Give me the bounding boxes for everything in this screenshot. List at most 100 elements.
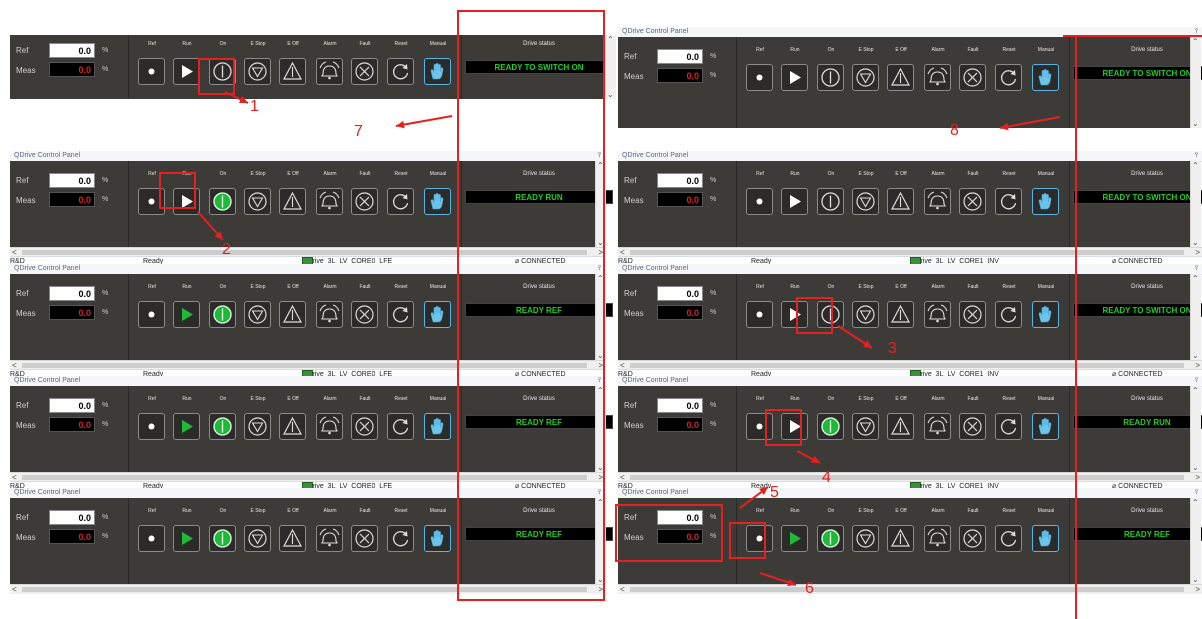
fault-button[interactable] — [959, 64, 986, 91]
ref-value-field[interactable]: 0.0 — [49, 398, 95, 413]
scroll-down-icon[interactable]: ⌄ — [1192, 575, 1199, 584]
estop-button[interactable] — [852, 413, 879, 440]
scroll-up-icon[interactable]: ⌃ — [1192, 274, 1199, 283]
reset-button[interactable] — [995, 64, 1022, 91]
manual-button[interactable] — [424, 525, 451, 552]
manual-button[interactable] — [424, 58, 451, 85]
reset-button[interactable] — [387, 188, 414, 215]
estop-button[interactable] — [852, 525, 879, 552]
scroll-down-icon[interactable]: ⌄ — [607, 90, 614, 99]
on-button[interactable] — [817, 188, 844, 215]
alarm-button[interactable] — [924, 64, 951, 91]
eoff-button[interactable] — [279, 301, 306, 328]
reset-button[interactable] — [995, 188, 1022, 215]
fault-button[interactable] — [351, 301, 378, 328]
estop-button[interactable] — [244, 58, 271, 85]
ref-button[interactable] — [746, 64, 773, 91]
alarm-button[interactable] — [924, 188, 951, 215]
manual-button[interactable] — [424, 301, 451, 328]
fault-button[interactable] — [959, 413, 986, 440]
vertical-scrollbar[interactable]: ⌃ ⌄ — [1190, 274, 1201, 360]
alarm-button[interactable] — [316, 525, 343, 552]
on-button[interactable] — [209, 188, 236, 215]
run-button[interactable] — [173, 301, 200, 328]
manual-button[interactable] — [424, 413, 451, 440]
eoff-button[interactable] — [279, 525, 306, 552]
ref-value-field[interactable]: 0.0 — [657, 398, 703, 413]
scroll-down-icon[interactable]: ⌄ — [1192, 119, 1199, 128]
manual-button[interactable] — [1032, 525, 1059, 552]
scroll-up-icon[interactable]: ⌃ — [1192, 498, 1199, 507]
run-button[interactable] — [781, 525, 808, 552]
fault-button[interactable] — [351, 188, 378, 215]
scroll-down-icon[interactable]: ⌄ — [1192, 238, 1199, 247]
scroll-up-icon[interactable]: ⌃ — [1192, 386, 1199, 395]
manual-button[interactable] — [424, 188, 451, 215]
fault-button[interactable] — [351, 525, 378, 552]
scroll-thumb[interactable] — [630, 587, 1184, 592]
reset-button[interactable] — [995, 301, 1022, 328]
eoff-button[interactable] — [887, 413, 914, 440]
pin-icon[interactable]: ⫯ — [1195, 376, 1198, 386]
estop-button[interactable] — [852, 64, 879, 91]
ref-value-field[interactable]: 0.0 — [49, 173, 95, 188]
reset-button[interactable] — [387, 413, 414, 440]
alarm-button[interactable] — [924, 301, 951, 328]
estop-button[interactable] — [244, 525, 271, 552]
scroll-down-icon[interactable]: ⌄ — [1192, 463, 1199, 472]
ref-button[interactable] — [138, 58, 165, 85]
reset-button[interactable] — [387, 525, 414, 552]
ref-button[interactable] — [746, 188, 773, 215]
ref-value-field[interactable]: 0.0 — [657, 173, 703, 188]
scroll-left-icon[interactable]: < — [620, 585, 625, 594]
manual-button[interactable] — [1032, 188, 1059, 215]
alarm-button[interactable] — [316, 413, 343, 440]
ref-value-field[interactable]: 0.0 — [49, 43, 95, 58]
estop-button[interactable] — [852, 188, 879, 215]
reset-button[interactable] — [387, 301, 414, 328]
reset-button[interactable] — [995, 525, 1022, 552]
run-button[interactable] — [173, 58, 200, 85]
alarm-button[interactable] — [316, 188, 343, 215]
ref-button[interactable] — [138, 525, 165, 552]
pin-icon[interactable]: ⫯ — [1195, 264, 1198, 274]
eoff-button[interactable] — [887, 301, 914, 328]
manual-button[interactable] — [1032, 413, 1059, 440]
vertical-scrollbar[interactable]: ⌃ ⌄ — [605, 35, 616, 99]
estop-button[interactable] — [244, 413, 271, 440]
eoff-button[interactable] — [279, 413, 306, 440]
alarm-button[interactable] — [316, 58, 343, 85]
on-button[interactable] — [817, 64, 844, 91]
ref-value-field[interactable]: 0.0 — [657, 286, 703, 301]
run-button[interactable] — [781, 64, 808, 91]
eoff-button[interactable] — [887, 64, 914, 91]
manual-button[interactable] — [1032, 301, 1059, 328]
ref-button[interactable] — [746, 301, 773, 328]
fault-button[interactable] — [959, 525, 986, 552]
ref-value-field[interactable]: 0.0 — [49, 510, 95, 525]
manual-button[interactable] — [1032, 64, 1059, 91]
vertical-scrollbar[interactable]: ⌃ ⌄ — [1190, 386, 1201, 472]
estop-button[interactable] — [852, 301, 879, 328]
ref-button[interactable] — [138, 413, 165, 440]
on-button[interactable] — [817, 525, 844, 552]
fault-button[interactable] — [959, 301, 986, 328]
scroll-up-icon[interactable]: ⌃ — [1192, 37, 1199, 46]
vertical-scrollbar[interactable]: ⌃ ⌄ — [1190, 498, 1201, 584]
run-button[interactable] — [173, 413, 200, 440]
eoff-button[interactable] — [887, 188, 914, 215]
eoff-button[interactable] — [887, 525, 914, 552]
estop-button[interactable] — [244, 188, 271, 215]
scroll-thumb[interactable] — [630, 475, 1184, 480]
alarm-button[interactable] — [924, 413, 951, 440]
run-button[interactable] — [173, 525, 200, 552]
vertical-scrollbar[interactable]: ⌃ ⌄ — [1190, 37, 1201, 128]
alarm-button[interactable] — [924, 525, 951, 552]
ref-value-field[interactable]: 0.0 — [657, 49, 703, 64]
reset-button[interactable] — [387, 58, 414, 85]
scroll-up-icon[interactable]: ⌃ — [607, 35, 614, 44]
ref-value-field[interactable]: 0.0 — [49, 286, 95, 301]
fault-button[interactable] — [351, 413, 378, 440]
eoff-button[interactable] — [279, 58, 306, 85]
eoff-button[interactable] — [279, 188, 306, 215]
